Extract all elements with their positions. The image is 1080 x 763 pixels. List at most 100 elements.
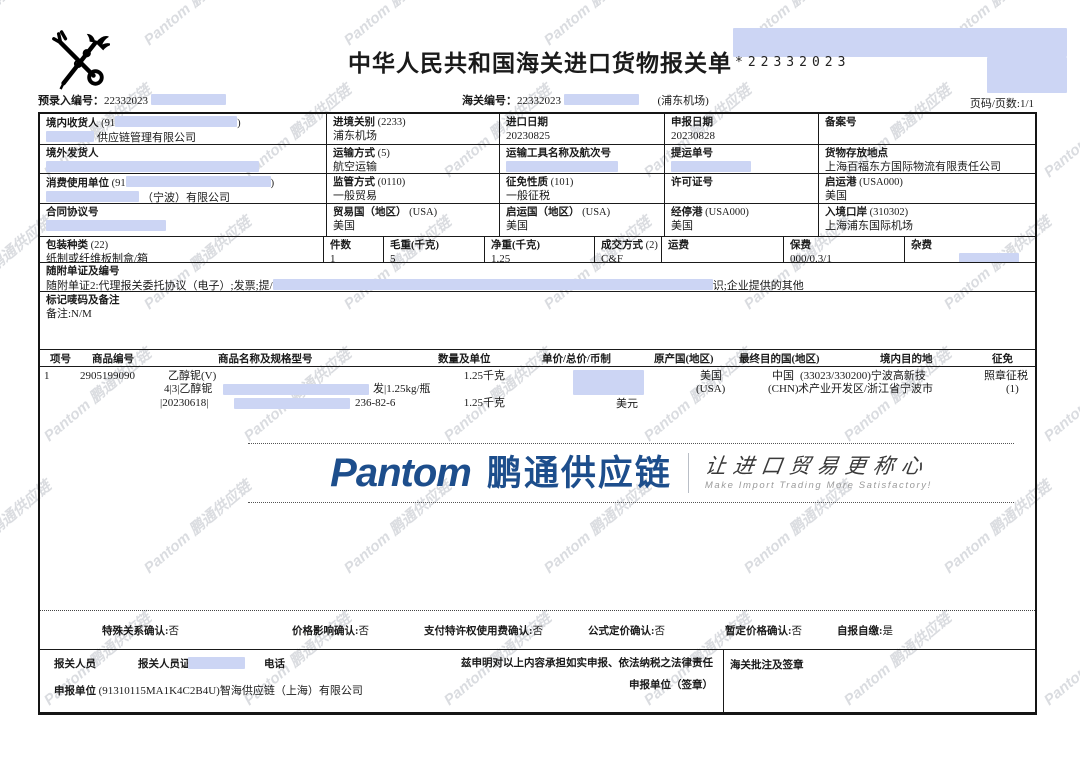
field-record-no: 备案号	[819, 114, 1035, 144]
goods-header-final-dest: 最终目的国(地区)	[739, 351, 820, 366]
supervision-mode-label: 监管方式	[333, 177, 375, 188]
footer-declarant-cell: 报关人员 报关人员证号 电话 兹申明对以上内容承担如实申报、依法纳税之法律责任 …	[40, 650, 724, 712]
confirm-formula-pricing: 公式定价确认:否	[588, 623, 665, 638]
consignee-code: (91	[101, 118, 115, 129]
brand-logo-cn: 鹏通供应链	[487, 456, 672, 491]
field-gross-weight: 毛重(千克) 5	[384, 237, 485, 262]
goods-item-levy: 照章征税	[984, 370, 1028, 383]
consumer-unit-label: 消费使用单位	[46, 178, 109, 189]
departure-port-code: (USA000)	[859, 177, 903, 188]
supervision-mode-value: 一般贸易	[333, 190, 499, 203]
field-packing: 包装种类 (22) 纸制或纤维板制盒/箱	[40, 237, 324, 262]
redacted-region	[151, 94, 226, 105]
declare-unit-line: 申报单位 (91310115MA1K4C2B4U)智海供应链（上海）有限公司	[54, 682, 363, 698]
goods-item-spec-cont: 发|1.25kg/瓶	[373, 383, 431, 396]
confirm-label: 特殊关系确认:	[102, 626, 169, 637]
overseas-shipper-label: 境外发货人	[46, 147, 326, 161]
packing-label: 包装种类	[46, 240, 88, 251]
consignee-code-close: )	[237, 118, 241, 129]
confirm-value: 否	[359, 626, 370, 637]
watermark-text: Pantom 鹏通供应链	[339, 0, 455, 50]
confirm-value: 否	[655, 626, 666, 637]
insurance-label: 保费	[790, 239, 904, 253]
deal-mode-value: C&F	[601, 253, 661, 262]
transit-port-code: (USA000)	[705, 207, 749, 218]
unit-sign-label: 申报单位（签章）	[629, 677, 713, 692]
net-weight-value: 1.25	[491, 253, 594, 262]
goods-item-dest: 中国	[772, 370, 794, 383]
consumer-unit-value: （宁波）有限公司	[142, 192, 230, 203]
pre-entry-value: 22332023	[104, 95, 148, 107]
goods-header-row: 项号 商品编号 商品名称及规格型号 数量及单位 单价/总价/币制 原产国(地区)…	[40, 350, 1035, 367]
marks-value: 备注:N/M	[46, 308, 1035, 321]
field-storage-place: 货物存放地点 上海百福东方国际物流有限责任公司	[819, 145, 1035, 173]
pieces-label: 件数	[330, 239, 383, 253]
docs-label: 随附单证及编号	[46, 265, 1035, 279]
field-transport-tool: 运输工具名称及航次号	[500, 145, 665, 173]
field-consumer-unit: 消费使用单位 (91) （宁波）有限公司	[40, 174, 327, 203]
confirm-value: 否	[792, 626, 803, 637]
goods-header-qty-unit: 数量及单位	[438, 351, 491, 366]
field-net-weight: 净重(千克) 1.25	[485, 237, 595, 262]
goods-item-origin: 美国	[700, 370, 722, 383]
goods-header-price-currency: 单价/总价/币制	[542, 351, 611, 366]
goods-item-dest-code: (CHN)	[768, 383, 799, 396]
watermark-text: Pantom 鹏通供应链	[1039, 343, 1080, 445]
redacted-region	[188, 657, 245, 669]
watermark-text: Pantom 鹏通供应链	[539, 0, 655, 50]
brand-logo-text: Pantom	[330, 453, 471, 493]
redacted-region	[987, 57, 1067, 93]
field-trade-country: 贸易国（地区） (USA) 美国	[327, 204, 500, 236]
field-contract-no: 合同协议号	[40, 204, 327, 236]
declaration-statement: 兹申明对以上内容承担如实申报、依法纳税之法律责任	[461, 655, 713, 670]
docs-value-suffix: 识;企业提供的其他	[713, 280, 804, 291]
departure-port-value: 美国	[825, 190, 1035, 203]
field-marks: 标记唛码及备注 备注:N/M	[40, 292, 1035, 349]
field-overseas-shipper: 境外发货人	[40, 145, 327, 173]
goods-item-code: 2905199090	[80, 370, 135, 383]
departure-port-label: 启运港	[825, 177, 857, 188]
redacted-barcode	[733, 28, 1067, 57]
confirm-royalty-payment: 支付特许权使用费确认:否	[424, 623, 543, 638]
field-transit-port: 经停港 (USA000) 美国	[665, 204, 819, 236]
declare-unit-label: 申报单位	[54, 686, 96, 697]
confirm-self-declare-pay: 自报自缴:是	[837, 623, 893, 638]
field-levy-nature: 征免性质 (101) 一般征税	[500, 174, 665, 203]
transit-port-value: 美国	[671, 220, 818, 233]
goods-item-no: 1	[44, 370, 50, 383]
confirm-label: 公式定价确认:	[588, 626, 655, 637]
deal-mode-code: (2)	[646, 240, 658, 251]
entry-port-code: (310302)	[870, 207, 909, 218]
footer-section: 报关人员 报关人员证号 电话 兹申明对以上内容承担如实申报、依法纳税之法律责任 …	[40, 650, 1035, 712]
field-bl-no: 提运单号	[665, 145, 819, 173]
confirm-label: 价格影响确认:	[292, 626, 359, 637]
goods-header-code: 商品编号	[92, 351, 134, 366]
watermark-text: Pantom 鹏通供应链	[1039, 79, 1080, 181]
field-entry-port: 入境口岸 (310302) 上海浦东国际机场	[819, 204, 1035, 236]
entry-customs-value: 浦东机场	[333, 130, 499, 143]
page-number: 页码/页数:1/1	[952, 95, 1034, 111]
pre-entry-no: 预录入编号：22332023	[38, 92, 226, 108]
levy-nature-label: 征免性质	[506, 177, 548, 188]
field-license-no: 许可证号	[665, 174, 819, 203]
net-weight-label: 净重(千克)	[491, 239, 594, 253]
bl-no-label: 提运单号	[671, 147, 818, 161]
customs-no-value: 22332023	[517, 95, 561, 107]
transit-port-label: 经停港	[671, 207, 703, 218]
field-import-date: 进口日期 20230825	[500, 114, 665, 144]
consumer-unit-code: (91	[112, 178, 126, 189]
departure-country-label: 启运国（地区）	[506, 207, 580, 218]
declaration-form: 境内收货人 (91) 供应链管理有限公司 进境关别 (2233) 浦东机场 进口…	[38, 112, 1037, 715]
field-consignee: 境内收货人 (91) 供应链管理有限公司	[40, 114, 327, 144]
customs-no: 海关编号：22332023 (浦东机场)	[462, 92, 709, 108]
marks-label: 标记唛码及备注	[46, 294, 1035, 308]
customs-no-label: 海关编号：	[462, 95, 517, 107]
redacted-region	[564, 94, 639, 105]
goods-item-qty-1: 1.25千克	[420, 370, 505, 383]
customs-note-label: 海关批注及签章	[730, 660, 804, 671]
redacted-region	[506, 161, 618, 172]
departure-country-code: (USA)	[582, 207, 610, 218]
packing-value: 纸制或纤维板制盒/箱	[46, 253, 323, 262]
import-date-value: 20230825	[506, 130, 664, 143]
redacted-region	[223, 384, 369, 395]
